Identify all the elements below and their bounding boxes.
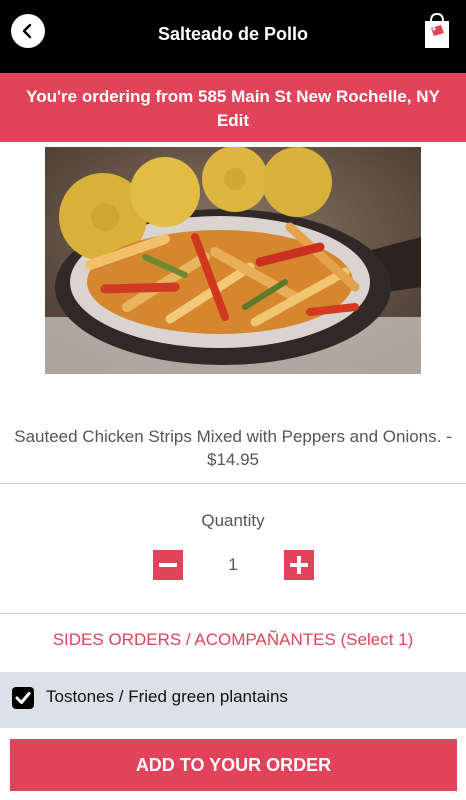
cart-button[interactable] [422,12,452,50]
shopping-bag-icon [425,12,449,48]
chevron-left-icon [22,23,32,39]
checkbox-checked[interactable] [12,687,34,709]
back-button[interactable] [11,14,45,48]
divider [0,613,466,614]
checkmark-icon [15,692,31,704]
quantity-decrease-button[interactable] [153,550,183,580]
side-option-tostones[interactable]: Tostones / Fried green plantains [0,672,466,728]
divider [0,483,466,484]
add-to-order-button[interactable]: ADD TO YOUR ORDER [10,739,457,791]
item-description: Sauteed Chicken Strips Mixed with Pepper… [14,427,452,469]
sides-section-header: SIDES ORDERS / ACOMPAÑANTES (Select 1) [52,630,414,649]
location-text: You're ordering from 585 Main St New Roc… [26,87,440,106]
top-bar: Salteado de Pollo [0,0,466,73]
quantity-increase-button[interactable] [284,550,314,580]
quantity-label: Quantity [201,511,265,530]
dish-image [45,147,421,374]
location-banner: You're ordering from 585 Main St New Roc… [0,73,466,142]
side-option-label: Tostones / Fried green plantains [46,687,288,706]
page-title: Salteado de Pollo [157,24,309,44]
edit-location-link[interactable]: Edit [0,111,466,131]
quantity-value: 1 [228,555,238,574]
